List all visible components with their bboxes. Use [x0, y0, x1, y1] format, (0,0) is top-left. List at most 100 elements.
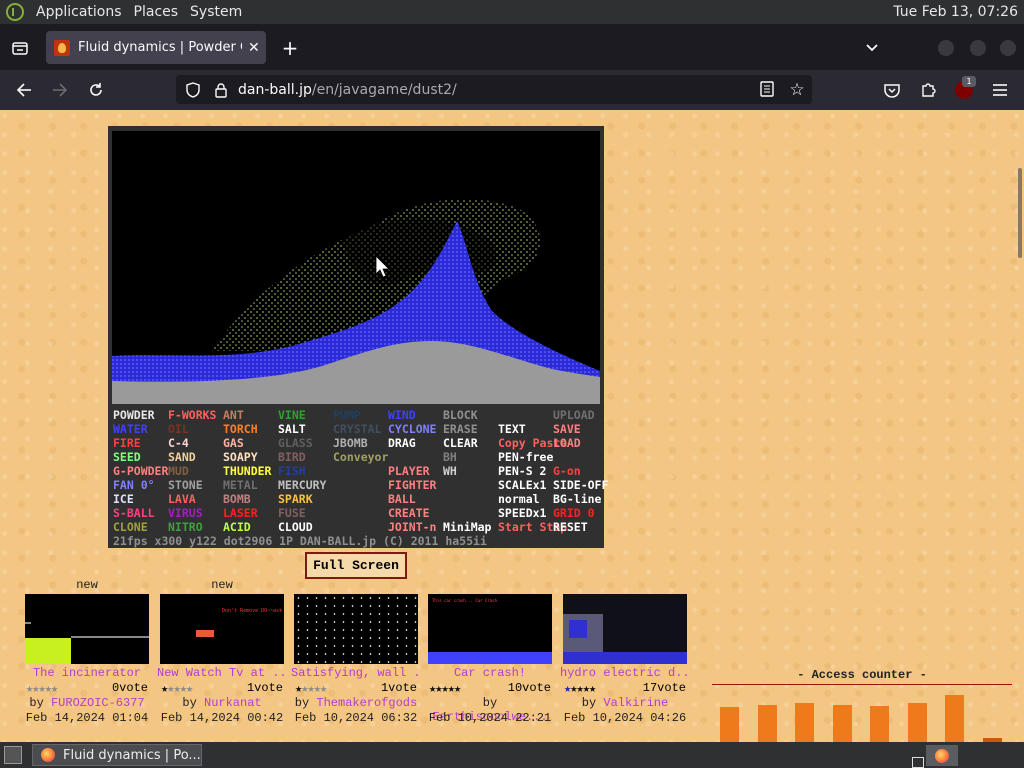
palette-item[interactable]: WH — [443, 464, 457, 478]
palette-item[interactable]: FISH — [278, 464, 306, 478]
card-title[interactable]: New Watch Tv at ... — [157, 666, 287, 681]
palette-item[interactable]: SIDE-OFF — [553, 478, 608, 492]
clock[interactable]: Tue Feb 13, 07:26 — [893, 4, 1018, 20]
gallery-card[interactable]: new Don't Remove DO~~ask New Watch Tv at .… — [157, 578, 287, 726]
list-tabs-chevron-down-icon[interactable] — [862, 38, 882, 58]
palette-item[interactable]: F-WORKS — [168, 408, 216, 422]
page-scrollbar-thumb[interactable] — [1018, 168, 1022, 258]
palette-item[interactable]: CRYSTAL — [333, 422, 381, 436]
maximize-button[interactable] — [970, 40, 986, 56]
author-link[interactable]: FUROZOIC-6377 — [51, 696, 145, 710]
card-thumbnail[interactable]: This car crash... Car Crash — [428, 594, 552, 664]
full-screen-button[interactable]: Full Screen — [305, 552, 407, 579]
palette-item[interactable]: SCALEx1 — [498, 478, 546, 492]
palette-item[interactable]: ICE — [113, 492, 134, 506]
back-arrow-icon[interactable] — [14, 80, 34, 100]
palette-item[interactable]: SAND — [168, 450, 196, 464]
palette-item[interactable]: LOAD — [553, 436, 581, 450]
palette-item[interactable]: JOINT-n — [388, 520, 436, 534]
palette-item[interactable]: NITRO — [168, 520, 203, 534]
pocket-icon[interactable] — [882, 80, 902, 100]
palette-item[interactable]: CLONE — [113, 520, 148, 534]
palette-item[interactable]: MERCURY — [278, 478, 326, 492]
palette-item[interactable]: GLASS — [278, 436, 313, 450]
palette-item[interactable]: CYCLONE — [388, 422, 436, 436]
palette-item[interactable]: Conveyor — [333, 450, 388, 464]
palette-item[interactable]: WIND — [388, 408, 416, 422]
palette-item[interactable]: FIGHTER — [388, 478, 436, 492]
palette-item[interactable]: BG-line — [553, 492, 601, 506]
reader-view-icon[interactable] — [758, 81, 776, 97]
palette-item[interactable]: TORCH — [223, 422, 258, 436]
new-tab-icon[interactable]: + — [280, 36, 300, 60]
palette-item[interactable]: DRAG — [388, 436, 416, 450]
minimize-button[interactable] — [938, 40, 954, 56]
palette-item[interactable]: SPEEDx1 — [498, 506, 546, 520]
palette-item[interactable]: PLAYER — [388, 464, 430, 478]
palette-item[interactable]: LAVA — [168, 492, 196, 506]
palette-item[interactable]: BOMB — [223, 492, 251, 506]
bookmark-star-icon[interactable]: ☆ — [788, 80, 806, 100]
palette-item[interactable]: FAN 0° — [113, 478, 155, 492]
extensions-puzzle-icon[interactable] — [918, 80, 938, 100]
palette-item[interactable]: METAL — [223, 478, 258, 492]
palette-item[interactable]: MUD — [168, 464, 189, 478]
card-thumbnail[interactable] — [25, 594, 149, 664]
author-link[interactable]: Valkirine — [603, 696, 668, 710]
palette-item[interactable]: CREATE — [388, 506, 430, 520]
author-link[interactable]: Nurkanat — [204, 696, 262, 710]
close-window-button[interactable] — [1000, 40, 1016, 56]
palette-item[interactable]: POWDER — [113, 408, 155, 422]
palette-item[interactable]: ANT — [223, 408, 244, 422]
gallery-card[interactable]: hydro electric d... ★★★★★ 17vote by Valkiri… — [560, 578, 690, 726]
palette-item[interactable]: RESET — [553, 520, 588, 534]
palette-item[interactable]: SAVE — [553, 422, 581, 436]
gallery-card[interactable]: This car crash... Car Crash Car crash! ★★★… — [425, 578, 555, 726]
palette-item[interactable]: PEN-S 2 — [498, 464, 546, 478]
card-title[interactable]: hydro electric d... — [560, 666, 690, 681]
palette-item[interactable]: BLOCK — [443, 408, 478, 422]
palette-item[interactable]: BALL — [388, 492, 416, 506]
palette-item[interactable]: FUSE — [278, 506, 306, 520]
palette-item[interactable]: TEXT — [498, 422, 526, 436]
palette-item[interactable]: CLEAR — [443, 436, 478, 450]
palette-item[interactable]: UPLOAD — [553, 408, 595, 422]
palette-item[interactable]: GAS — [223, 436, 244, 450]
palette-item[interactable]: JBOMB — [333, 436, 368, 450]
gallery-card[interactable]: new The incinerator ★★★★★ 0vote by FUROZOIC-… — [22, 578, 152, 726]
show-desktop-icon[interactable] — [4, 746, 22, 764]
card-thumbnail[interactable] — [294, 594, 418, 664]
palette-item[interactable]: ERASE — [443, 422, 478, 436]
workspace-switcher[interactable] — [912, 757, 924, 768]
tab-overview-icon[interactable] — [10, 38, 30, 58]
palette-item[interactable]: normal — [498, 492, 540, 506]
menu-places[interactable]: Places — [134, 4, 179, 20]
palette-item[interactable]: SEED — [113, 450, 141, 464]
reload-icon[interactable] — [86, 80, 106, 100]
palette-item[interactable]: WATER — [113, 422, 148, 436]
palette-item[interactable]: PUMP — [333, 408, 361, 422]
palette-item[interactable]: SOAPY — [223, 450, 258, 464]
palette-item[interactable]: OIL — [168, 422, 189, 436]
palette-item[interactable]: PEN-free — [498, 450, 553, 464]
card-title[interactable]: The incinerator — [22, 666, 152, 681]
tab-fluid-dynamics[interactable]: Fluid dynamics | Powder Game ✕ — [46, 31, 266, 64]
palette-item[interactable]: MiniMap — [443, 520, 491, 534]
url-bar[interactable]: dan-ball.jp/en/javagame/dust2/ ☆ — [176, 75, 812, 104]
palette-item[interactable]: C-4 — [168, 436, 189, 450]
palette-item[interactable]: ACID — [223, 520, 251, 534]
menu-system[interactable]: System — [190, 4, 242, 20]
palette-item[interactable]: SPARK — [278, 492, 313, 506]
palette-item[interactable]: VIRUS — [168, 506, 203, 520]
palette-item[interactable]: BH — [443, 450, 457, 464]
forward-arrow-icon[interactable] — [50, 80, 70, 100]
palette-item[interactable]: VINE — [278, 408, 306, 422]
lock-icon[interactable] — [212, 82, 230, 98]
palette-item[interactable]: G-on — [553, 464, 581, 478]
close-tab-icon[interactable]: ✕ — [248, 40, 260, 56]
palette-item[interactable]: GRID 0 — [553, 506, 595, 520]
url-text[interactable]: dan-ball.jp/en/javagame/dust2/ — [238, 82, 457, 98]
card-thumbnail[interactable] — [563, 594, 687, 664]
palette-item[interactable]: LASER — [223, 506, 258, 520]
author-link[interactable]: Themakerofgods — [316, 696, 417, 710]
